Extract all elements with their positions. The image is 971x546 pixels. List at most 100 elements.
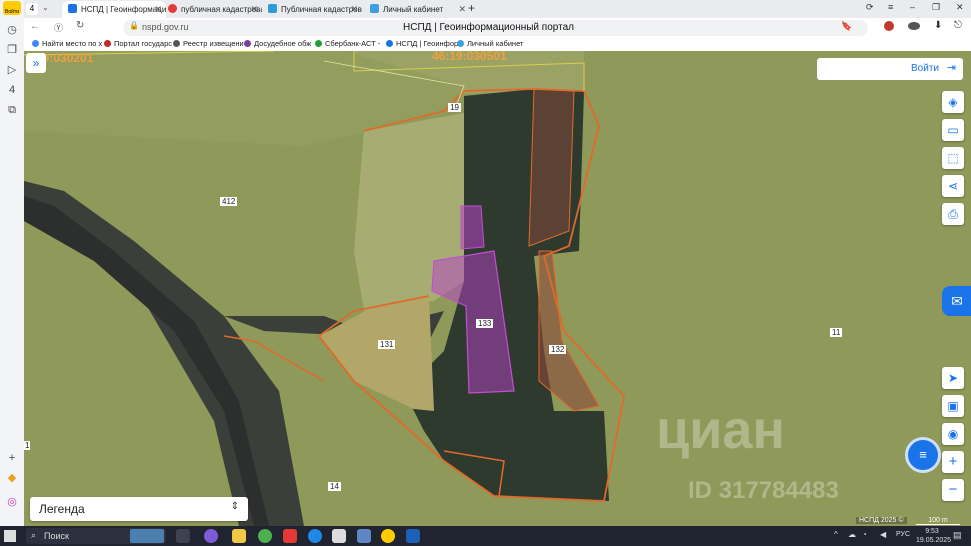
bookmark-icon[interactable]: 🔖 [841, 21, 852, 32]
tab-yandex-search[interactable]: публичная кадастровая ✕ [164, 1, 262, 18]
tab-cabinet[interactable]: Личный кабинет ✕ [366, 1, 470, 18]
tray-chevron-icon[interactable]: ^ [834, 530, 838, 539]
history-icon[interactable]: ◷ [4, 22, 20, 38]
basemap-icon[interactable]: ▣ [942, 395, 964, 417]
chrome-icon[interactable] [258, 529, 272, 543]
clock[interactable]: 9:53 19.05.2025 [916, 527, 951, 545]
bookmark-item[interactable]: Портал государс [104, 39, 172, 48]
page-title: НСПД | Геоинформационный портал [403, 22, 574, 33]
zoom-out-button[interactable]: − [942, 479, 964, 501]
add-icon[interactable]: + [4, 450, 20, 466]
select-area-icon[interactable]: ⬚ [942, 147, 964, 169]
minimize-icon[interactable]: – [910, 2, 915, 12]
feedback-icon[interactable]: ✉ [942, 286, 971, 316]
zoom-in-button[interactable]: + [942, 451, 964, 473]
scale-bar: 100 m [916, 517, 960, 525]
bookmark-icon [104, 40, 111, 47]
map-svg [24, 51, 971, 526]
yandex-music-icon[interactable] [381, 529, 395, 543]
parcel-label: 1 [24, 441, 31, 450]
parcel-northeast[interactable] [528, 88, 575, 247]
bookmark-item[interactable]: Реестр извещени [173, 39, 244, 48]
extension-icon[interactable] [884, 21, 894, 31]
ruler-icon[interactable]: ▭ [942, 119, 964, 141]
play-icon[interactable]: ▷ [4, 62, 20, 78]
bookmark-item[interactable]: НСПД | Геоинфор [386, 39, 458, 48]
share-map-icon[interactable]: ⋖ [942, 175, 964, 197]
cian-watermark-id: ID 317784483 [688, 477, 839, 504]
collections-icon[interactable]: ❐ [4, 42, 20, 58]
close-tab-icon[interactable]: ✕ [154, 1, 162, 18]
bookmark-item[interactable]: Досудебное обж [244, 39, 311, 48]
close-tab-icon[interactable]: ✕ [350, 1, 358, 18]
bookmark-icon [32, 40, 39, 47]
bookmark-item[interactable]: Найти место по х [32, 39, 102, 48]
print-icon[interactable]: ⎙ [942, 203, 964, 225]
bookmark-label: НСПД | Геоинфор [396, 39, 459, 48]
locate-icon[interactable]: ➤ [942, 367, 964, 389]
bookmark-label: Портал государс [114, 39, 173, 48]
task-view-icon[interactable] [176, 529, 190, 543]
chevron-updown-icon: ⇕ [230, 501, 239, 512]
bookmark-label: Найти место по х [42, 39, 103, 48]
expand-panel-icon[interactable]: » [26, 53, 46, 73]
close-window-icon[interactable]: ✕ [956, 2, 964, 13]
yandex-favicon-icon [168, 4, 177, 13]
new-tab-icon[interactable]: + [468, 1, 475, 15]
close-tab-icon[interactable]: ✕ [250, 1, 258, 18]
bookmark-item[interactable]: Сбербанк-АСТ - [315, 39, 380, 48]
profile-button[interactable]: Войти [3, 1, 21, 15]
cabinet-favicon-icon [370, 4, 379, 13]
pkk-favicon-icon [268, 4, 277, 13]
tab-nspd[interactable]: НСПД | Геоинформаци ✕ [62, 1, 166, 18]
login-button[interactable]: Войти ⇥ [817, 58, 963, 80]
reload-icon[interactable]: ↻ [76, 20, 84, 31]
search-icon: ⌕ [31, 530, 37, 540]
bookmark-icon [386, 40, 393, 47]
market-icon[interactable]: ◆ [4, 470, 20, 486]
yandex-logo-icon[interactable]: Ⓨ [54, 21, 63, 34]
share-icon[interactable]: ⎋ [954, 20, 962, 31]
tab-counter[interactable]: 4 [26, 3, 38, 15]
tray-cloud-icon[interactable]: ☁ [848, 530, 856, 539]
legend-toggle[interactable]: Легенда ⇕ [30, 497, 248, 521]
app-icon[interactable] [357, 529, 371, 543]
maximize-icon[interactable]: ❐ [932, 2, 940, 13]
lock-icon: 🔒 [129, 21, 139, 30]
browser-sidebar: Войти ◷ ❐ ▷ 4 ⧉ + ◆ ◎ [0, 0, 25, 526]
downloads-icon[interactable]: ⬇ [934, 20, 942, 31]
taskbar: ⌕ Поиск ^ ☁ ◔ ◀ РУС 9:53 19.05.2025 ▤ [0, 526, 971, 546]
taskbar-search[interactable]: ⌕ Поиск [26, 528, 166, 544]
reader-icon[interactable] [908, 22, 920, 30]
map-canvas[interactable]: 19:030201 46:19:030501 19 412 133 131 13… [24, 51, 971, 526]
nspd-favicon-icon [68, 4, 77, 13]
geo-search-icon[interactable]: ◉ [942, 423, 964, 445]
screenshot-icon[interactable]: ⧉ [4, 102, 20, 118]
tab-list-chevron-icon[interactable]: ⌄ [42, 3, 49, 12]
yandex-icon[interactable] [283, 529, 297, 543]
start-icon[interactable] [4, 530, 16, 542]
layers-icon[interactable]: ◈ [942, 91, 964, 113]
language-indicator[interactable]: РУС [896, 531, 910, 538]
notification-icon[interactable]: ▤ [953, 530, 962, 541]
back-icon[interactable]: ← [30, 21, 40, 32]
tab-pkk[interactable]: Публичная кадастровая ✕ [264, 1, 362, 18]
url-field[interactable]: 🔒 nspd.gov.ru НСПД | Геоинформационный п… [123, 20, 868, 36]
volume-icon[interactable]: ◀ [880, 530, 886, 539]
edge-icon[interactable] [308, 529, 322, 543]
menu-icon[interactable]: ≡ [888, 2, 893, 12]
alice-taskbar-icon[interactable] [204, 529, 218, 543]
word-icon[interactable] [406, 529, 420, 543]
bookmark-label: Реестр извещени [183, 39, 244, 48]
close-tab-icon[interactable]: ✕ [458, 1, 466, 18]
network-icon[interactable]: ◔ [862, 530, 867, 539]
alice-icon[interactable]: ◎ [4, 494, 20, 510]
explorer-icon[interactable] [232, 529, 246, 543]
bookmark-item[interactable]: Личный кабинет [457, 39, 523, 48]
sync-icon[interactable]: ⟳ [866, 2, 874, 13]
tabs-count-icon[interactable]: 4 [4, 82, 20, 98]
parcel-133-north[interactable] [460, 205, 485, 250]
tab-label: НСПД | Геоинформаци [81, 5, 166, 14]
chat-icon[interactable]: ≡ [905, 437, 941, 473]
yandex-browser-icon[interactable] [332, 529, 346, 543]
